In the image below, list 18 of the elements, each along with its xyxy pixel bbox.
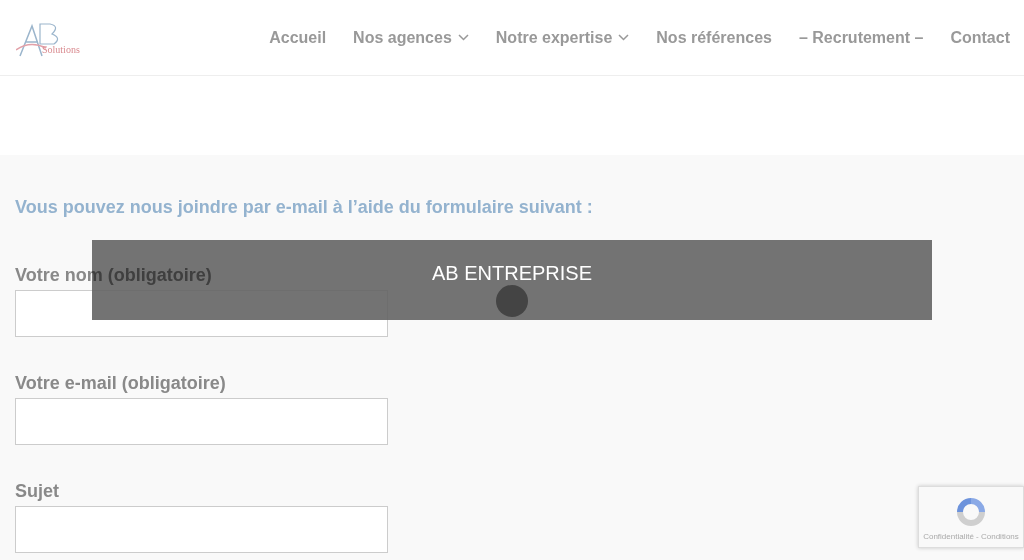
intro-text: Vous pouvez nous joindre par e-mail à l’aide du formulaire suivant : [15, 196, 594, 219]
chevron-down-icon [618, 34, 630, 41]
nav-link[interactable]: Nos références [656, 28, 772, 47]
nav-link[interactable]: Notre expertise [495, 28, 630, 47]
recaptcha-text[interactable]: Confidentialité - Conditions [923, 531, 1019, 541]
logo-text: Solutions [42, 43, 80, 55]
loading-spinner [496, 285, 528, 317]
nav-link[interactable]: – Recrutement – [798, 28, 924, 47]
field-label: Sujet [15, 480, 59, 503]
input-field[interactable] [15, 398, 388, 445]
recaptcha-badge[interactable]: Confidentialité - Conditions [918, 486, 1024, 548]
nav-link[interactable]: Nos agences [353, 28, 469, 47]
field-label: Votre e-mail (obligatoire) [15, 372, 226, 395]
input-field[interactable] [15, 506, 388, 553]
popup-title: AB ENTREPRISE [431, 262, 592, 284]
chevron-down-icon [457, 34, 469, 41]
nav-link[interactable]: Accueil [269, 28, 327, 47]
nav-link[interactable]: Contact [950, 28, 1010, 47]
